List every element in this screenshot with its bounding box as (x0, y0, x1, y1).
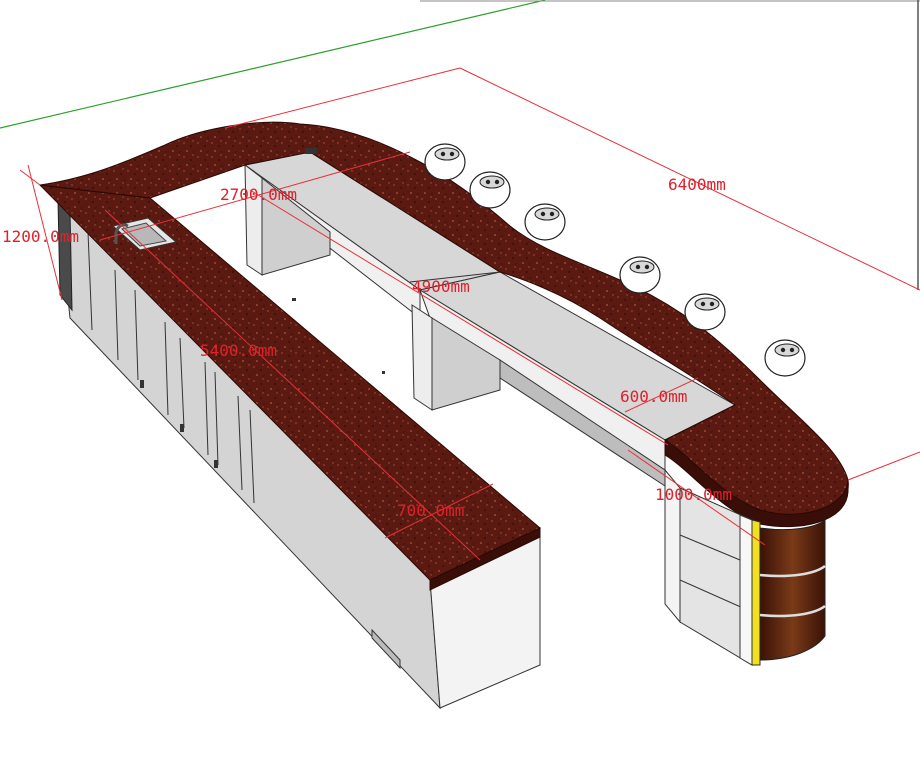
stool-knob (440, 151, 446, 157)
bar-stool (764, 339, 806, 377)
stool-rim (694, 297, 720, 311)
rear-leg-left (244, 163, 263, 276)
stool-knob (549, 211, 555, 217)
stool-rim (629, 260, 655, 274)
bar-counter-model-view: 6400mm 2700.0mm 1200.0mm 4900mm 5400.0mm… (0, 0, 920, 710)
foot-3 (214, 460, 218, 468)
stool-rim (479, 175, 505, 189)
dim-4900-label: 4900mm (412, 277, 470, 296)
stool-knob (780, 347, 786, 353)
stool-knob (700, 301, 706, 307)
dim-1000-label: 1000.0mm (655, 485, 732, 504)
stool-rim (774, 343, 800, 357)
green-axis-line (0, 0, 546, 129)
dim-6400-line (224, 67, 461, 129)
foot-1 (140, 380, 144, 388)
bar-stool (524, 203, 566, 241)
bar-stool (684, 293, 726, 331)
stool-knob (494, 179, 500, 185)
shelf-unit-front-post (739, 514, 753, 666)
dim-5400-label: 5400.0mm (200, 341, 277, 360)
rear-leg-mid (411, 304, 433, 411)
foot-2 (180, 424, 184, 432)
counter-tag (305, 148, 317, 154)
wood-column (759, 518, 826, 661)
dim-6400-ext (847, 451, 920, 481)
stool-knob (540, 211, 546, 217)
dim-1200-label: 1200.0mm (2, 227, 79, 246)
stool-knob (644, 264, 650, 270)
stool-knob (485, 179, 491, 185)
bar-stool (619, 256, 661, 294)
stool-rim (534, 207, 560, 221)
bar-stool (424, 143, 466, 181)
dim-2700-label: 2700.0mm (220, 185, 297, 204)
marker-dot-1 (292, 298, 296, 301)
stool-knob (449, 151, 455, 157)
marker-dot-2 (382, 371, 385, 374)
yellow-trim (751, 519, 761, 666)
stool-rim (434, 147, 460, 161)
bar-stool (469, 171, 511, 209)
dim-600-label: 600.0mm (620, 387, 687, 406)
stool-knob (789, 347, 795, 353)
dim-6400-label: 6400mm (668, 175, 726, 194)
dim-700-label: 700.0mm (397, 501, 464, 520)
stool-knob (635, 264, 641, 270)
stool-knob (709, 301, 715, 307)
